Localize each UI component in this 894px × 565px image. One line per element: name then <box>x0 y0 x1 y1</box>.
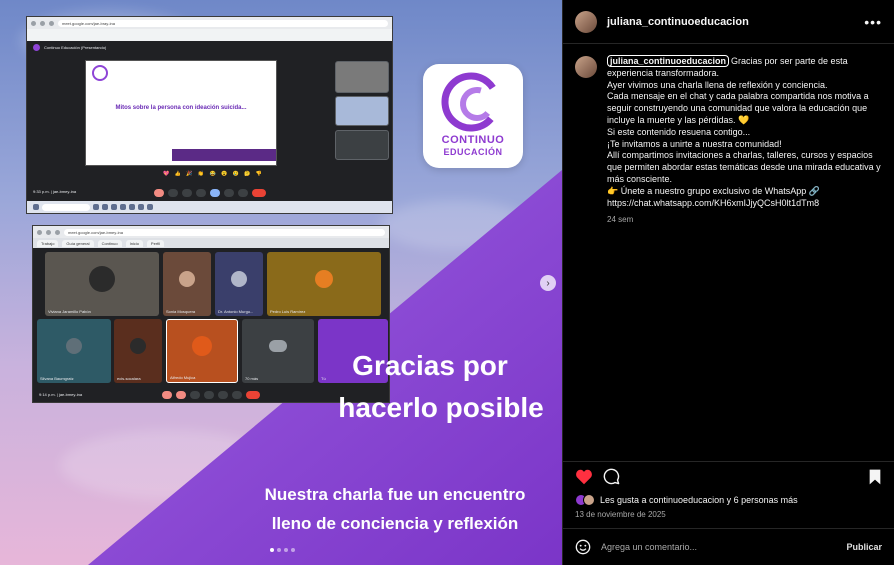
browser-url: meet.google.com/jae-bray-ina <box>58 19 388 27</box>
meet-screenshot-top: meet.google.com/jae-bray-ina Continuo Ed… <box>26 16 393 214</box>
more-options-icon[interactable]: ••• <box>864 14 882 30</box>
participant-tile-speaking: Alfredo Mujica <box>166 319 238 383</box>
hand-icon <box>223 189 234 197</box>
logo-mark-icon <box>441 72 501 132</box>
post-side-panel: juliana_continuoeducacion ••• juliana_co… <box>562 0 894 565</box>
meet-presenter-icon <box>33 44 40 51</box>
more-icon <box>237 189 248 197</box>
slide-title: Mitos sobre la persona con ideación suic… <box>115 104 247 111</box>
browser-chrome: meet.google.com/jae-bmey-ina <box>33 226 389 238</box>
browser-url: meet.google.com/jae-bmey-ina <box>64 228 385 236</box>
emoji-picker-icon[interactable] <box>575 539 591 555</box>
meet-controls <box>27 185 392 201</box>
bookmark-icon[interactable] <box>868 469 882 485</box>
post-header: juliana_continuoeducacion ••• <box>563 0 894 44</box>
more-icon <box>232 391 242 399</box>
whatsapp-link[interactable]: https://chat.whatsapp.com/KH6xmIJjyQCsH0… <box>607 198 882 210</box>
reactions-row: 💖 👍 🎉 👏 😂 😮 😢 🤔 👎 <box>163 171 265 177</box>
comment-icon[interactable] <box>603 468 620 485</box>
likes-text: Les gusta a continuoeducacion y 6 person… <box>600 495 798 505</box>
subtext-line-1: Nuestra charla fue un encuentro <box>264 485 526 504</box>
carousel-dot <box>270 548 274 552</box>
hangup-icon <box>251 189 266 197</box>
emoji-icon <box>195 189 206 197</box>
instagram-post-modal: meet.google.com/jae-bray-ina Continuo Ed… <box>0 0 894 565</box>
participant-thumb <box>335 96 389 126</box>
avatar[interactable] <box>575 10 597 33</box>
logo-text-educacion: EDUCACIÓN <box>443 147 503 157</box>
mic-icon <box>153 189 164 197</box>
slide-footer-bar <box>171 149 276 161</box>
slide-logo-icon <box>92 65 108 81</box>
bookmarks-bar <box>27 29 392 41</box>
meet-presenter-title: Continuo Educación (Presentando) <box>27 41 392 54</box>
heading-line-2: hacerlo posible <box>338 392 544 423</box>
participant-thumb <box>335 61 389 93</box>
browser-chrome: meet.google.com/jae-bray-ina <box>27 17 392 29</box>
carousel-dots <box>270 548 295 552</box>
subtext-line-2: lleno de conciencia y reflexión <box>271 514 519 533</box>
participant-tile: Viviana Jaramillo Pabón <box>45 252 159 316</box>
avatar <box>583 494 595 506</box>
post-media: meet.google.com/jae-bray-ina Continuo Ed… <box>0 0 562 565</box>
likes-row[interactable]: Les gusta a continuoeducacion y 6 person… <box>575 494 798 506</box>
caption-username[interactable]: juliana_continuoeducacion <box>607 55 730 67</box>
post-username[interactable]: juliana_continuoeducacion <box>607 16 864 28</box>
post-actions <box>563 461 894 491</box>
participant-tile: Silvana Baumgratz <box>37 319 111 383</box>
avatar[interactable] <box>575 56 597 78</box>
presentation-slide: Mitos sobre la persona con ideación suic… <box>85 60 277 166</box>
camera-icon <box>176 391 186 399</box>
carousel-dot <box>284 548 288 552</box>
windows-taskbar <box>27 201 392 213</box>
hangup-icon <box>246 391 260 399</box>
cc-icon <box>190 391 200 399</box>
comment-input[interactable] <box>601 542 837 552</box>
caption-area: juliana_continuoeducacion Gracias por ser… <box>563 44 894 236</box>
carousel-dot <box>291 548 295 552</box>
emoji-icon <box>204 391 214 399</box>
heart-icon[interactable] <box>575 469 593 485</box>
present-icon <box>218 391 228 399</box>
publish-button[interactable]: Publicar <box>846 542 882 552</box>
participant-tile: 70 más <box>242 319 314 383</box>
comment-bar: Publicar <box>563 528 894 565</box>
cc-icon <box>181 189 192 197</box>
post-age: 24 sem <box>607 215 634 225</box>
participant-tile: Pedro Luis Ramírez <box>267 252 381 316</box>
carousel-dot <box>277 548 281 552</box>
logo-text-continuo: CONTINUO <box>441 134 505 146</box>
heading-line-1: Gracias por <box>352 350 508 381</box>
present-icon <box>209 189 220 197</box>
participant-tile: Dr. Antonio Murgu... <box>215 252 263 316</box>
participant-tile: Sonia Mosquera <box>163 252 211 316</box>
bookmarks-bar: Trabajo Guía general Continuo Inicio Perfil <box>33 238 389 248</box>
mic-icon <box>162 391 172 399</box>
carousel-next-button[interactable]: › <box>540 275 556 291</box>
camera-icon <box>167 189 178 197</box>
participant-tile: ecis-socalara <box>114 319 162 383</box>
caption-text: juliana_continuoeducacion Gracias por ser… <box>607 55 882 210</box>
participant-thumb-more <box>335 130 389 160</box>
continuo-educacion-logo: CONTINUO EDUCACIÓN <box>423 64 523 168</box>
post-date: 13 de noviembre de 2025 <box>575 510 666 519</box>
